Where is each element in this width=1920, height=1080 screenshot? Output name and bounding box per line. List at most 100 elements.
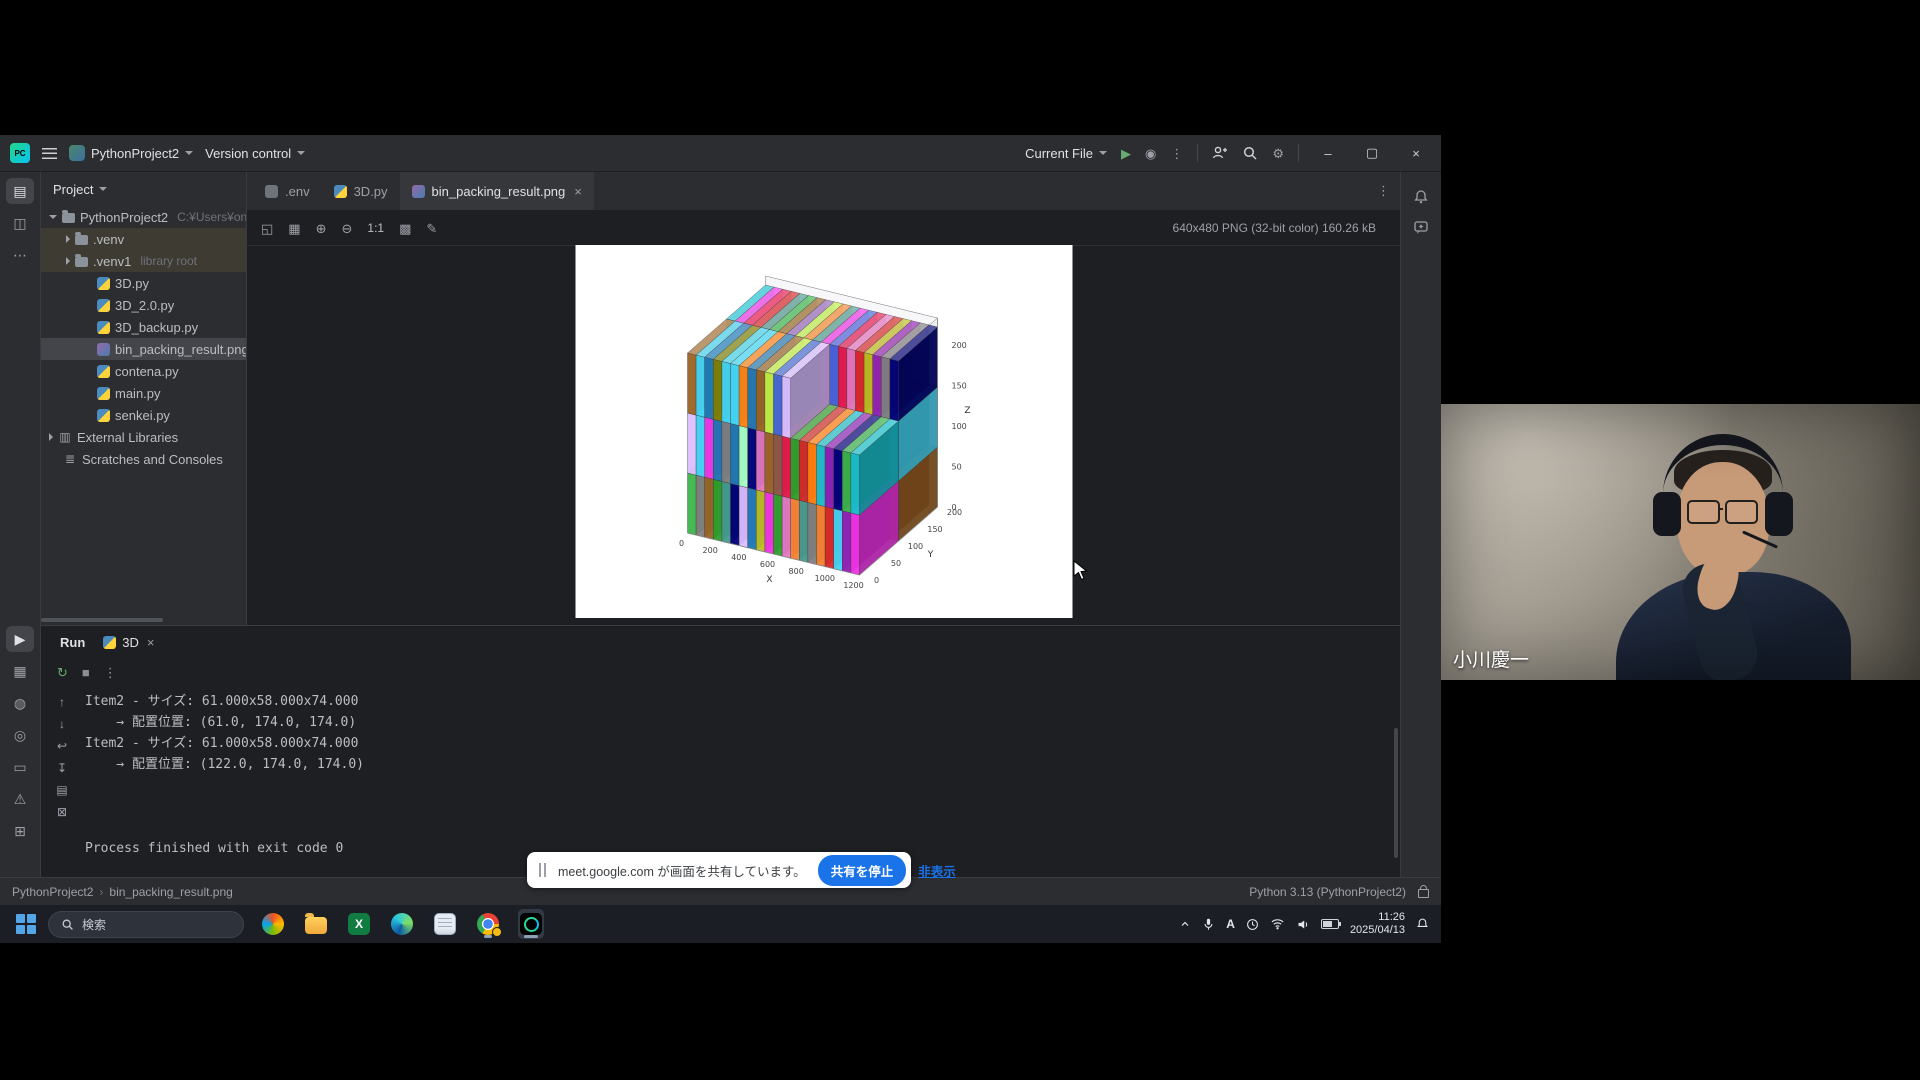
battery-icon[interactable] xyxy=(1321,919,1339,929)
minimize-button[interactable]: – xyxy=(1313,146,1343,161)
file-explorer-icon[interactable] xyxy=(303,909,329,939)
project-widget[interactable]: PythonProject2 xyxy=(69,145,193,161)
close-icon[interactable]: × xyxy=(147,635,155,650)
interpreter-widget[interactable]: Python 3.13 (PythonProject2) xyxy=(1249,885,1406,899)
svg-text:100: 100 xyxy=(907,542,922,551)
tree-item-label: .venv xyxy=(93,232,124,247)
ime-indicator[interactable]: A xyxy=(1226,917,1235,931)
search-icon xyxy=(61,918,74,931)
notifications-bell-icon[interactable] xyxy=(1408,184,1434,210)
excel-icon[interactable]: X xyxy=(346,909,372,939)
print-icon[interactable]: ▤ xyxy=(50,779,74,800)
tree-item-3d-2-0-py[interactable]: 3D_2.0.py xyxy=(41,294,246,316)
scroll-up-icon[interactable]: ↑ xyxy=(50,691,74,712)
editor-tab-bin-packing-result-png[interactable]: bin_packing_result.png× xyxy=(400,172,594,210)
tree-item-senkei-py[interactable]: senkei.py xyxy=(41,404,246,426)
soft-wrap-icon[interactable]: ↩ xyxy=(50,735,74,756)
tree-item-main-py[interactable]: main.py xyxy=(41,382,246,404)
code-with-me-icon[interactable] xyxy=(1212,145,1228,161)
tree-item-contena-py[interactable]: contena.py xyxy=(41,360,246,382)
run-tab[interactable]: 3D × xyxy=(103,635,154,650)
zoom-ratio-label[interactable]: 1:1 xyxy=(367,221,384,235)
settings-gear-icon[interactable]: ⚙ xyxy=(1272,147,1284,160)
close-icon[interactable]: × xyxy=(574,184,582,199)
drag-handle-icon[interactable] xyxy=(539,863,546,877)
scroll-to-end-icon[interactable]: ↧ xyxy=(50,757,74,778)
clear-console-icon[interactable]: ⊠ xyxy=(50,801,74,822)
folder-icon xyxy=(62,213,75,223)
hidden-icons-chevron-icon[interactable] xyxy=(1179,918,1191,930)
run-more-options-icon[interactable]: ⋮ xyxy=(104,666,117,679)
speaker-icon[interactable] xyxy=(1296,918,1310,931)
chevron-down-icon[interactable] xyxy=(49,215,57,219)
zoom-in-icon[interactable]: ⊕ xyxy=(316,222,327,235)
tree-item-venv1[interactable]: .venv1library root xyxy=(41,250,246,272)
project-tool-icon[interactable]: ▤ xyxy=(6,178,34,204)
project-tool-window: Project PythonProject2C:¥Users¥one .venv.… xyxy=(41,172,247,625)
chevron-right-icon[interactable] xyxy=(49,433,53,441)
edge-icon[interactable] xyxy=(389,909,415,939)
version-control-tool-icon[interactable]: ⊞ xyxy=(6,818,34,844)
tree-item-external-libraries[interactable]: ▥External Libraries xyxy=(41,426,246,448)
clock-icon[interactable] xyxy=(1246,918,1259,931)
horizontal-scrollbar[interactable] xyxy=(41,618,163,622)
console-scrollbar[interactable] xyxy=(1394,728,1398,858)
tree-item-bin-packing-result-png[interactable]: bin_packing_result.png xyxy=(41,338,246,360)
webcam-video-tile[interactable]: 小川慶一 xyxy=(1441,404,1920,680)
close-button[interactable]: × xyxy=(1401,146,1431,161)
version-control-widget[interactable]: Version control xyxy=(205,146,305,161)
notepad-icon[interactable] xyxy=(432,909,458,939)
run-button[interactable]: ▶ xyxy=(1121,147,1131,160)
main-menu-icon[interactable] xyxy=(42,148,57,159)
microphone-icon[interactable] xyxy=(1202,917,1215,931)
tree-item-3d-py[interactable]: 3D.py xyxy=(41,272,246,294)
debug-button[interactable]: ◉ xyxy=(1145,147,1156,160)
project-panel-header[interactable]: Project xyxy=(41,172,246,206)
tree-item-scratches-and-consoles[interactable]: ≣Scratches and Consoles xyxy=(41,448,246,470)
ai-assistant-icon[interactable] xyxy=(1408,214,1434,240)
breadcrumb-file[interactable]: bin_packing_result.png xyxy=(109,885,232,899)
problems-tool-icon[interactable]: ⚠ xyxy=(6,786,34,812)
zoom-out-icon[interactable]: ⊖ xyxy=(342,222,353,235)
rerun-icon[interactable]: ↻ xyxy=(57,666,68,679)
maximize-button[interactable]: ▢ xyxy=(1357,145,1387,161)
chrome-icon[interactable] xyxy=(475,909,501,939)
more-actions-icon[interactable]: ⋮ xyxy=(1170,147,1183,160)
editor-tab-3d-py[interactable]: 3D.py xyxy=(322,172,400,210)
fit-content-icon[interactable]: ◱ xyxy=(261,222,273,235)
stop-sharing-button[interactable]: 共有を停止 xyxy=(818,855,907,886)
copilot-icon[interactable] xyxy=(260,909,286,939)
checkerboard-icon[interactable]: ▩ xyxy=(399,222,411,235)
tab-options-icon[interactable]: ⋮ xyxy=(1377,183,1390,199)
notification-bell-icon[interactable] xyxy=(1416,917,1429,931)
headphone-earcup xyxy=(1765,492,1793,536)
tree-item-3d-backup-py[interactable]: 3D_backup.py xyxy=(41,316,246,338)
editor-tab-env[interactable]: .env xyxy=(253,172,322,210)
tree-item-pythonproject2[interactable]: PythonProject2C:¥Users¥one xyxy=(41,206,246,228)
structure-tool-icon[interactable]: ◫ xyxy=(6,210,34,236)
grid-icon[interactable]: ▦ xyxy=(288,222,300,235)
start-button[interactable] xyxy=(16,914,36,934)
wifi-icon[interactable] xyxy=(1270,918,1285,930)
lock-icon[interactable] xyxy=(1418,889,1429,898)
pycharm-taskbar-icon[interactable] xyxy=(518,909,544,939)
tree-item-venv[interactable]: .venv xyxy=(41,228,246,250)
divider xyxy=(1197,144,1198,162)
python-packages-tool-icon[interactable]: ▦ xyxy=(6,658,34,684)
services-tool-icon[interactable]: ◍ xyxy=(6,690,34,716)
run-tool-icon[interactable]: ▶ xyxy=(6,626,34,652)
stop-icon[interactable]: ■ xyxy=(82,666,90,679)
breadcrumb-project[interactable]: PythonProject2 xyxy=(12,885,93,899)
terminal-tool-icon[interactable]: ▭ xyxy=(6,754,34,780)
clock-widget[interactable]: 11:26 2025/04/13 xyxy=(1350,911,1405,937)
edit-external-icon[interactable]: ✎ xyxy=(426,222,437,235)
chevron-right-icon[interactable] xyxy=(66,257,70,265)
search-everywhere-icon[interactable] xyxy=(1242,145,1258,161)
scroll-down-icon[interactable]: ↓ xyxy=(50,713,74,734)
taskbar-search[interactable]: 検索 xyxy=(48,911,244,938)
chevron-right-icon[interactable] xyxy=(66,235,70,243)
run-config-selector[interactable]: Current File xyxy=(1025,146,1107,161)
hide-bar-link[interactable]: 非表示 xyxy=(918,861,956,880)
python-console-tool-icon[interactable]: ◎ xyxy=(6,722,34,748)
more-tools-icon[interactable]: ⋯ xyxy=(6,242,34,268)
